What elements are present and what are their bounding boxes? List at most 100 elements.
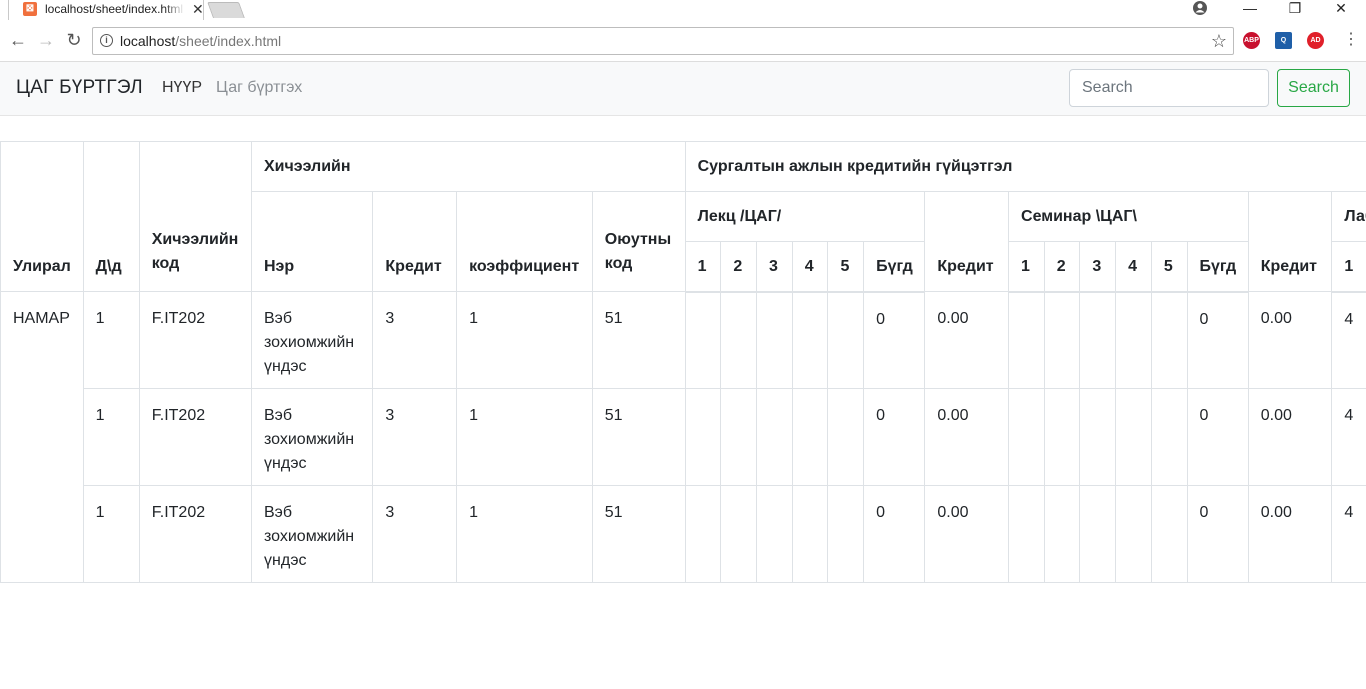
chrome-menu-icon[interactable]: ⋮ — [1343, 30, 1359, 50]
cell-student-code: 51 — [591, 291, 686, 389]
cell-seminar-5 — [1150, 291, 1188, 389]
cell-lab-1: 4 — [1331, 291, 1366, 389]
header-lecture-total: Бүгд — [863, 241, 926, 293]
forward-arrow-icon[interactable]: → — [36, 30, 56, 50]
cell-student-code: 51 — [591, 485, 686, 583]
xampp-favicon-icon: ⊠ — [23, 2, 37, 16]
tab-title: localhost/sheet/index.html — [45, 2, 184, 16]
header-lecture-2: 2 — [720, 241, 758, 293]
cell-coefficient: 1 — [456, 485, 593, 583]
cell-seminar-5 — [1150, 388, 1188, 486]
cell-lecture-3 — [756, 485, 793, 583]
reload-icon[interactable]: ↻ — [64, 30, 84, 50]
profile-icon[interactable] — [1193, 1, 1207, 15]
cell-seminar-4 — [1115, 291, 1152, 389]
cell-lecture-total: 0 — [863, 485, 926, 583]
schedule-table: Улирал Д\д Хичээлийн код Хичээлийн Сурга… — [0, 141, 1366, 583]
cell-lab-1: 4 — [1331, 485, 1366, 583]
cell-course-code: F.IT202 — [138, 485, 252, 583]
adblock-icon[interactable]: AD — [1307, 32, 1324, 49]
cell-seminar-1 — [1008, 388, 1045, 486]
cell-seminar-4 — [1115, 388, 1152, 486]
search-extension-icon[interactable]: Q — [1275, 32, 1292, 49]
new-tab-button[interactable] — [207, 2, 245, 18]
header-seminar-2: 2 — [1043, 241, 1081, 293]
cell-lecture-3 — [756, 388, 793, 486]
search-input[interactable] — [1069, 69, 1269, 107]
header-lab: Лаб \ЦАГ\ — [1331, 191, 1366, 242]
table-row: НАМАР 1 F.IT202 Вэб зохиомжийн үндэс 3 1… — [0, 291, 1366, 583]
browser-tab[interactable]: ⊠ localhost/sheet/index.html ✕ — [8, 0, 204, 20]
header-seminar-3: 3 — [1079, 241, 1117, 293]
url-text: localhost/sheet/index.html — [120, 33, 282, 49]
cell-credit: 3 — [372, 388, 458, 486]
cell-lecture-3 — [756, 291, 793, 389]
table-row: 1 F.IT202 Вэб зохиомжийн үндэс 3 1 51 0 … — [1, 485, 1366, 583]
cell-seminar-1 — [1008, 291, 1045, 389]
site-navbar: ЦАГ БҮРТГЭЛ НҮҮР Цаг бүртгэх Search — [0, 62, 1366, 116]
cell-lecture-1 — [684, 291, 722, 389]
cell-seminar-credit: 0.00 — [1247, 388, 1333, 486]
cell-seminar-2 — [1043, 291, 1081, 389]
cell-coefficient: 1 — [456, 291, 593, 389]
cell-lecture-credit: 0.00 — [924, 485, 1010, 583]
header-name: Нэр — [250, 191, 374, 292]
header-lecture: Лекц /ЦАГ/ — [684, 191, 926, 242]
header-seminar-4: 4 — [1115, 241, 1152, 293]
cell-seminar-2 — [1043, 388, 1081, 486]
browser-tab-strip: ⊠ localhost/sheet/index.html ✕ — ❐ ✕ — [0, 0, 1366, 20]
bookmark-star-icon[interactable]: ☆ — [1211, 31, 1227, 51]
cell-lecture-2 — [720, 388, 758, 486]
nav-link-register-time[interactable]: Цаг бүртгэх — [216, 79, 302, 97]
tab-close-icon[interactable]: ✕ — [192, 1, 204, 17]
adblock-plus-icon[interactable]: ABP — [1243, 32, 1260, 49]
back-arrow-icon[interactable]: ← — [8, 30, 28, 50]
search-button[interactable]: Search — [1277, 69, 1350, 107]
cell-lecture-2 — [720, 485, 758, 583]
cell-lecture-5 — [827, 388, 865, 486]
header-course-code: Хичээлийн код — [138, 141, 252, 292]
cell-student-code: 51 — [591, 388, 686, 486]
cell-seminar-total: 0 — [1186, 291, 1249, 389]
cell-lecture-5 — [827, 291, 865, 389]
browser-toolbar: ← → ↻ i localhost/sheet/index.html ☆ ABP… — [0, 20, 1366, 62]
address-bar[interactable]: i localhost/sheet/index.html ☆ — [92, 27, 1234, 55]
cell-lecture-4 — [791, 388, 829, 486]
cell-lecture-total: 0 — [863, 291, 926, 389]
cell-lecture-1 — [684, 388, 722, 486]
header-student-code: Оюутны код — [591, 191, 686, 292]
cell-seminar-credit: 0.00 — [1247, 485, 1333, 583]
close-window-icon[interactable]: ✕ — [1329, 0, 1353, 16]
cell-lecture-5 — [827, 485, 865, 583]
cell-seminar-3 — [1079, 388, 1117, 486]
nav-link-home[interactable]: НҮҮР — [162, 79, 202, 97]
info-icon[interactable]: i — [100, 34, 113, 47]
cell-seminar-3 — [1079, 291, 1117, 389]
header-workload-group: Сургалтын ажлын кредитийн гүйцэтгэл — [684, 141, 1366, 192]
minimize-icon[interactable]: — — [1238, 0, 1262, 16]
cell-course-code: F.IT202 — [138, 388, 252, 486]
cell-lecture-2 — [720, 291, 758, 389]
cell-lab-1: 4 — [1331, 388, 1366, 486]
cell-credit: 3 — [372, 291, 458, 389]
table-container: Улирал Д\д Хичээлийн код Хичээлийн Сурга… — [0, 141, 1366, 591]
header-lecture-5: 5 — [827, 241, 865, 293]
cell-lecture-total: 0 — [863, 388, 926, 486]
cell-index: 1 — [82, 291, 140, 389]
header-lecture-3: 3 — [756, 241, 793, 293]
header-seminar-credit: Кредит — [1247, 191, 1333, 292]
header-lecture-1: 1 — [684, 241, 722, 293]
cell-seminar-3 — [1079, 485, 1117, 583]
header-season: Улирал — [0, 141, 84, 292]
cell-seminar-5 — [1150, 485, 1188, 583]
cell-index: 1 — [82, 485, 140, 583]
cell-lecture-credit: 0.00 — [924, 388, 1010, 486]
cell-name: Вэб зохиомжийн үндэс — [250, 291, 374, 389]
header-credit: Кредит — [372, 191, 458, 292]
cell-seminar-4 — [1115, 485, 1152, 583]
cell-coefficient: 1 — [456, 388, 593, 486]
restore-icon[interactable]: ❐ — [1283, 0, 1307, 16]
navbar-brand[interactable]: ЦАГ БҮРТГЭЛ — [16, 77, 143, 99]
header-coefficient: коэффициент — [456, 191, 593, 292]
header-seminar-total: Бүгд — [1186, 241, 1249, 293]
